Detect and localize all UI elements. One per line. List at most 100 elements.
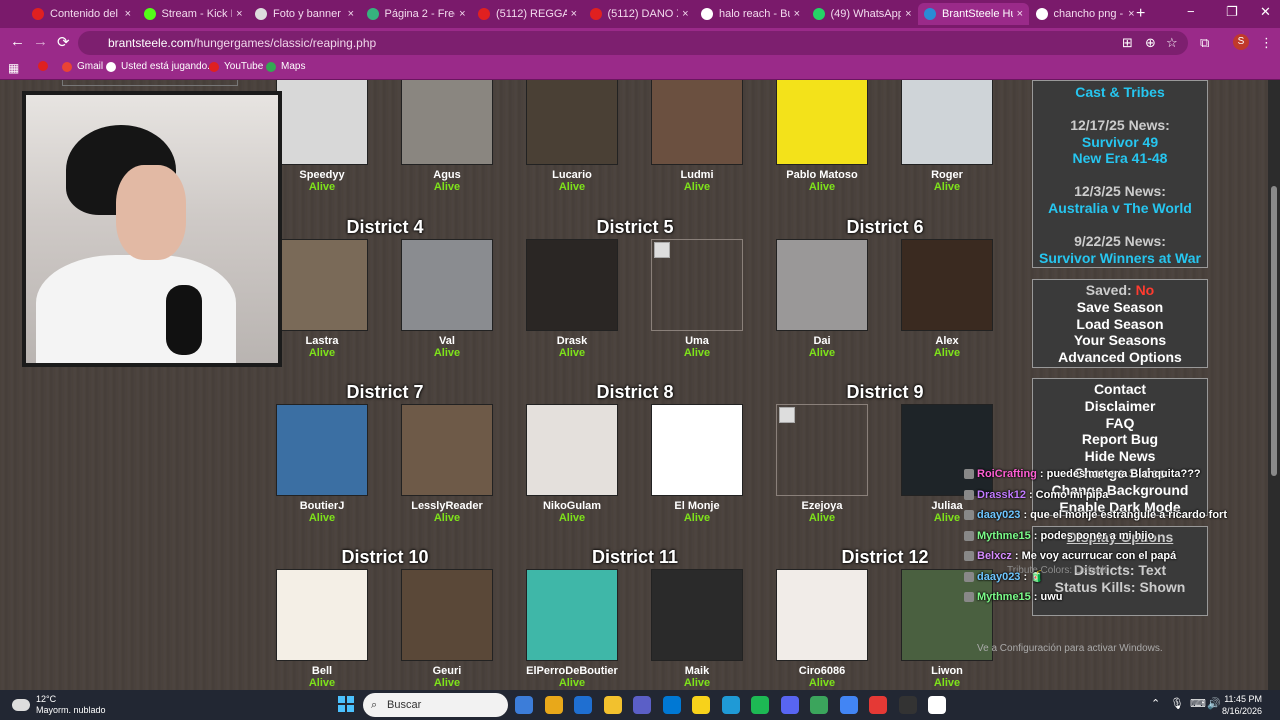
browser-tab[interactable]: Stream - Kick Das× <box>138 3 249 25</box>
mic-tray-icon[interactable]: 🎙 <box>1170 697 1184 710</box>
tribute-card: LesslyReader Alive <box>387 404 507 524</box>
chat-text: : podes poner a mi hijo <box>1033 529 1155 542</box>
chat-text: : uwu <box>1033 591 1063 603</box>
profile-avatar[interactable]: S <box>1233 34 1249 50</box>
chat-text: : Me voy acurrucar con el papá <box>1014 550 1177 562</box>
bookmark-item[interactable]: Maps <box>266 61 305 72</box>
tab-title: Página 2 - Free Po <box>384 8 456 20</box>
taskbar-app-icon[interactable] <box>633 696 651 714</box>
load-season-link[interactable]: Load Season <box>1033 316 1207 333</box>
taskbar-app-icon[interactable] <box>603 696 622 714</box>
browser-tab[interactable]: Página 2 - Free Po× <box>361 3 472 25</box>
tab-close-icon[interactable]: × <box>1017 8 1023 20</box>
tribute-name: LesslyReader <box>411 500 483 512</box>
browser-tab[interactable]: chancho png - Bu× <box>1030 3 1141 25</box>
clock[interactable]: 11:45 PM 8/16/2026 <box>1222 693 1262 717</box>
news-cast-tribes-link[interactable]: Cast & Tribes <box>1033 84 1207 101</box>
scrollbar-thumb[interactable] <box>1271 186 1277 476</box>
faq-link[interactable]: FAQ <box>1033 415 1207 432</box>
tab-close-icon[interactable]: × <box>571 8 577 20</box>
close-window-button[interactable]: ✕ <box>1260 4 1271 20</box>
news-link-australia[interactable]: Australia v The World <box>1033 200 1207 217</box>
news-link-winners-at-war[interactable]: Survivor Winners at War <box>1033 250 1207 267</box>
tab-favicon-icon <box>366 8 379 20</box>
tribute-card: Ciro6086 Alive <box>762 569 882 689</box>
minimize-button[interactable]: − <box>1187 4 1195 19</box>
bookmark-item[interactable]: Usted está jugando... <box>106 61 216 72</box>
tab-close-icon[interactable]: × <box>905 8 911 20</box>
maximize-button[interactable]: ❐ <box>1226 4 1238 20</box>
taskbar-search[interactable]: ⌕ Buscar <box>363 693 508 717</box>
taskbar-app-icon[interactable] <box>721 696 740 714</box>
tribute-status: Alive <box>683 512 711 524</box>
tribute-status: Alive <box>933 347 961 359</box>
taskbar-app-icon[interactable] <box>574 696 592 714</box>
news-link-survivor-49[interactable]: Survivor 49 <box>1033 134 1207 151</box>
report-bug-link[interactable]: Report Bug <box>1033 431 1207 448</box>
taskbar-app-icon[interactable] <box>839 696 858 714</box>
bookmark-item[interactable]: Gmail <box>62 61 103 72</box>
weather-desc: Mayorm. nublado <box>36 705 106 715</box>
bookmark-label: Gmail <box>77 61 104 72</box>
chat-username: daay023 <box>977 509 1021 521</box>
reload-button[interactable]: ⟳ <box>57 33 70 51</box>
tab-close-icon[interactable]: × <box>1128 8 1134 20</box>
tab-close-icon[interactable]: × <box>236 8 242 20</box>
browser-tab[interactable]: (49) WhatsApp × <box>807 3 918 25</box>
bookmark-item[interactable] <box>38 61 53 71</box>
address-bar[interactable]: brantsteele.com/hungergames/classic/reap… <box>78 31 1188 55</box>
taskbar-app-icon[interactable] <box>515 696 533 714</box>
taskbar-app-icon[interactable] <box>544 696 563 714</box>
chat-username: Mythme15 <box>977 529 1031 542</box>
save-season-link[interactable]: Save Season <box>1033 299 1207 316</box>
tribute-card: Alex Alive <box>887 239 1007 359</box>
news-link-new-era[interactable]: New Era 41-48 <box>1033 150 1207 167</box>
bookmark-item[interactable]: YouTube <box>209 61 263 72</box>
apps-grid-icon[interactable]: ▦ <box>8 61 19 75</box>
contact-link[interactable]: Contact <box>1033 381 1207 398</box>
browser-tab[interactable]: Foto y banner stre × <box>249 3 360 25</box>
browser-tab[interactable]: BrantSteele Hung × <box>918 3 1029 25</box>
top-panel-stub <box>62 80 238 86</box>
taskbar-app-icon[interactable] <box>898 696 917 714</box>
menu-kebab-icon[interactable]: ⋮ <box>1260 35 1273 51</box>
advanced-options-link[interactable]: Advanced Options <box>1033 349 1207 366</box>
extensions-icon[interactable]: ⧉ <box>1200 35 1209 51</box>
taskbar-app-icon[interactable] <box>692 696 710 714</box>
hide-news-link[interactable]: Hide News <box>1033 448 1207 465</box>
start-button[interactable] <box>338 696 354 712</box>
forward-button[interactable]: → <box>33 33 48 50</box>
taskbar-app-icon[interactable] <box>928 696 946 714</box>
tribute-name: Agus <box>433 169 461 181</box>
tribute-status: Alive <box>558 677 586 689</box>
your-seasons-link[interactable]: Your Seasons <box>1033 332 1207 349</box>
weather-widget[interactable]: 12°C Mayorm. nublado <box>12 694 106 716</box>
tab-close-icon[interactable]: × <box>348 8 354 20</box>
bookmark-favicon-icon <box>209 61 219 72</box>
chat-message: Belxcz: Me voy acurrucar con el papá <box>964 546 1176 566</box>
disclaimer-link[interactable]: Disclaimer <box>1033 398 1207 415</box>
keyboard-tray-icon[interactable]: ⌨ <box>1190 697 1206 710</box>
tab-close-icon[interactable]: × <box>794 8 800 20</box>
tray-chevron-icon[interactable]: ⌃ <box>1151 697 1160 710</box>
browser-tab[interactable]: halo reach - Busc × <box>695 3 806 25</box>
tribute-card: Ezejoya Alive <box>762 404 882 524</box>
bookmark-star-icon[interactable]: ☆ <box>1166 35 1178 51</box>
tab-close-icon[interactable]: × <box>459 8 465 20</box>
browser-tab[interactable]: (5112) DANO X DI× <box>584 3 695 25</box>
district-heading: District 6 <box>846 217 924 237</box>
taskbar-app-icon[interactable] <box>869 696 887 714</box>
taskbar-app-icon[interactable] <box>780 696 799 714</box>
translate-icon[interactable]: ⊞ <box>1122 35 1133 51</box>
chat-text: : Como mi pipa <box>1028 488 1109 501</box>
taskbar-app-icon[interactable] <box>751 696 769 714</box>
browser-tab[interactable]: (5112) REGGAETÓ × <box>472 3 583 25</box>
taskbar-app-icon[interactable] <box>810 696 828 714</box>
back-button[interactable]: ← <box>10 33 25 50</box>
tab-close-icon[interactable]: × <box>125 8 131 20</box>
browser-tab[interactable]: Contenido del can × <box>26 3 137 25</box>
zoom-icon[interactable]: ⊕ <box>1145 35 1156 51</box>
tab-close-icon[interactable]: × <box>682 8 688 20</box>
taskbar-app-icon[interactable] <box>662 696 681 714</box>
volume-tray-icon[interactable]: 🔊 <box>1207 697 1221 710</box>
